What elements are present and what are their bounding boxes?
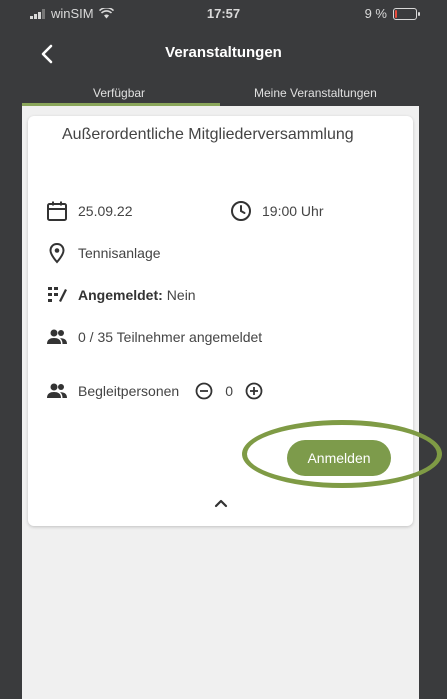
event-location-row: Tennisanlage: [46, 242, 161, 264]
event-card: Außerordentliche Mitgliederversammlung 2…: [28, 116, 413, 526]
collapse-button[interactable]: [213, 496, 229, 510]
tab-available[interactable]: Verfügbar: [93, 86, 145, 100]
registration-list-icon: [48, 287, 67, 302]
event-title: Außerordentliche Mitgliederversammlung: [62, 126, 354, 143]
event-time: 19:00 Uhr: [262, 203, 324, 219]
status-right: 9 %: [364, 6, 420, 21]
plus-circle-icon[interactable]: [245, 382, 263, 400]
event-date: 25.09.22: [78, 203, 133, 219]
participants-count: 0 / 35 Teilnehmer angemeldet: [78, 329, 263, 345]
register-button[interactable]: Anmelden: [287, 440, 391, 476]
companions-row: Begleitpersonen 0: [46, 380, 263, 402]
battery-icon: [393, 7, 420, 20]
people-icon: [47, 329, 67, 344]
battery-percent: 9 %: [364, 6, 387, 21]
companions-label: Begleitpersonen: [78, 383, 180, 399]
companions-icon: [47, 383, 67, 398]
event-location: Tennisanlage: [78, 245, 161, 261]
minus-circle-icon[interactable]: [195, 382, 213, 400]
page-title: Veranstaltungen: [165, 44, 282, 61]
status-bar: winSIM 17:57 9 %: [0, 0, 447, 26]
event-time-row: 19:00 Uhr: [230, 200, 323, 222]
participants-row: 0 / 35 Teilnehmer angemeldet: [46, 326, 262, 348]
registered-value: Nein: [166, 287, 196, 303]
companions-count: 0: [225, 383, 233, 399]
location-pin-icon: [49, 242, 65, 264]
header: Veranstaltungen: [0, 26, 447, 80]
tab-my-events[interactable]: Meine Veranstaltungen: [254, 86, 377, 100]
calendar-icon: [47, 201, 67, 221]
tab-bar: Verfügbar Meine Veranstaltungen: [22, 80, 419, 106]
event-date-row: 25.09.22: [46, 200, 133, 222]
battery-fill: [395, 9, 397, 18]
chevron-up-icon: [214, 499, 228, 508]
clock-icon: [231, 201, 251, 221]
registration-status-row: Angemeldet: Nein: [46, 284, 196, 306]
registered-label: Angemeldet:: [78, 287, 163, 303]
